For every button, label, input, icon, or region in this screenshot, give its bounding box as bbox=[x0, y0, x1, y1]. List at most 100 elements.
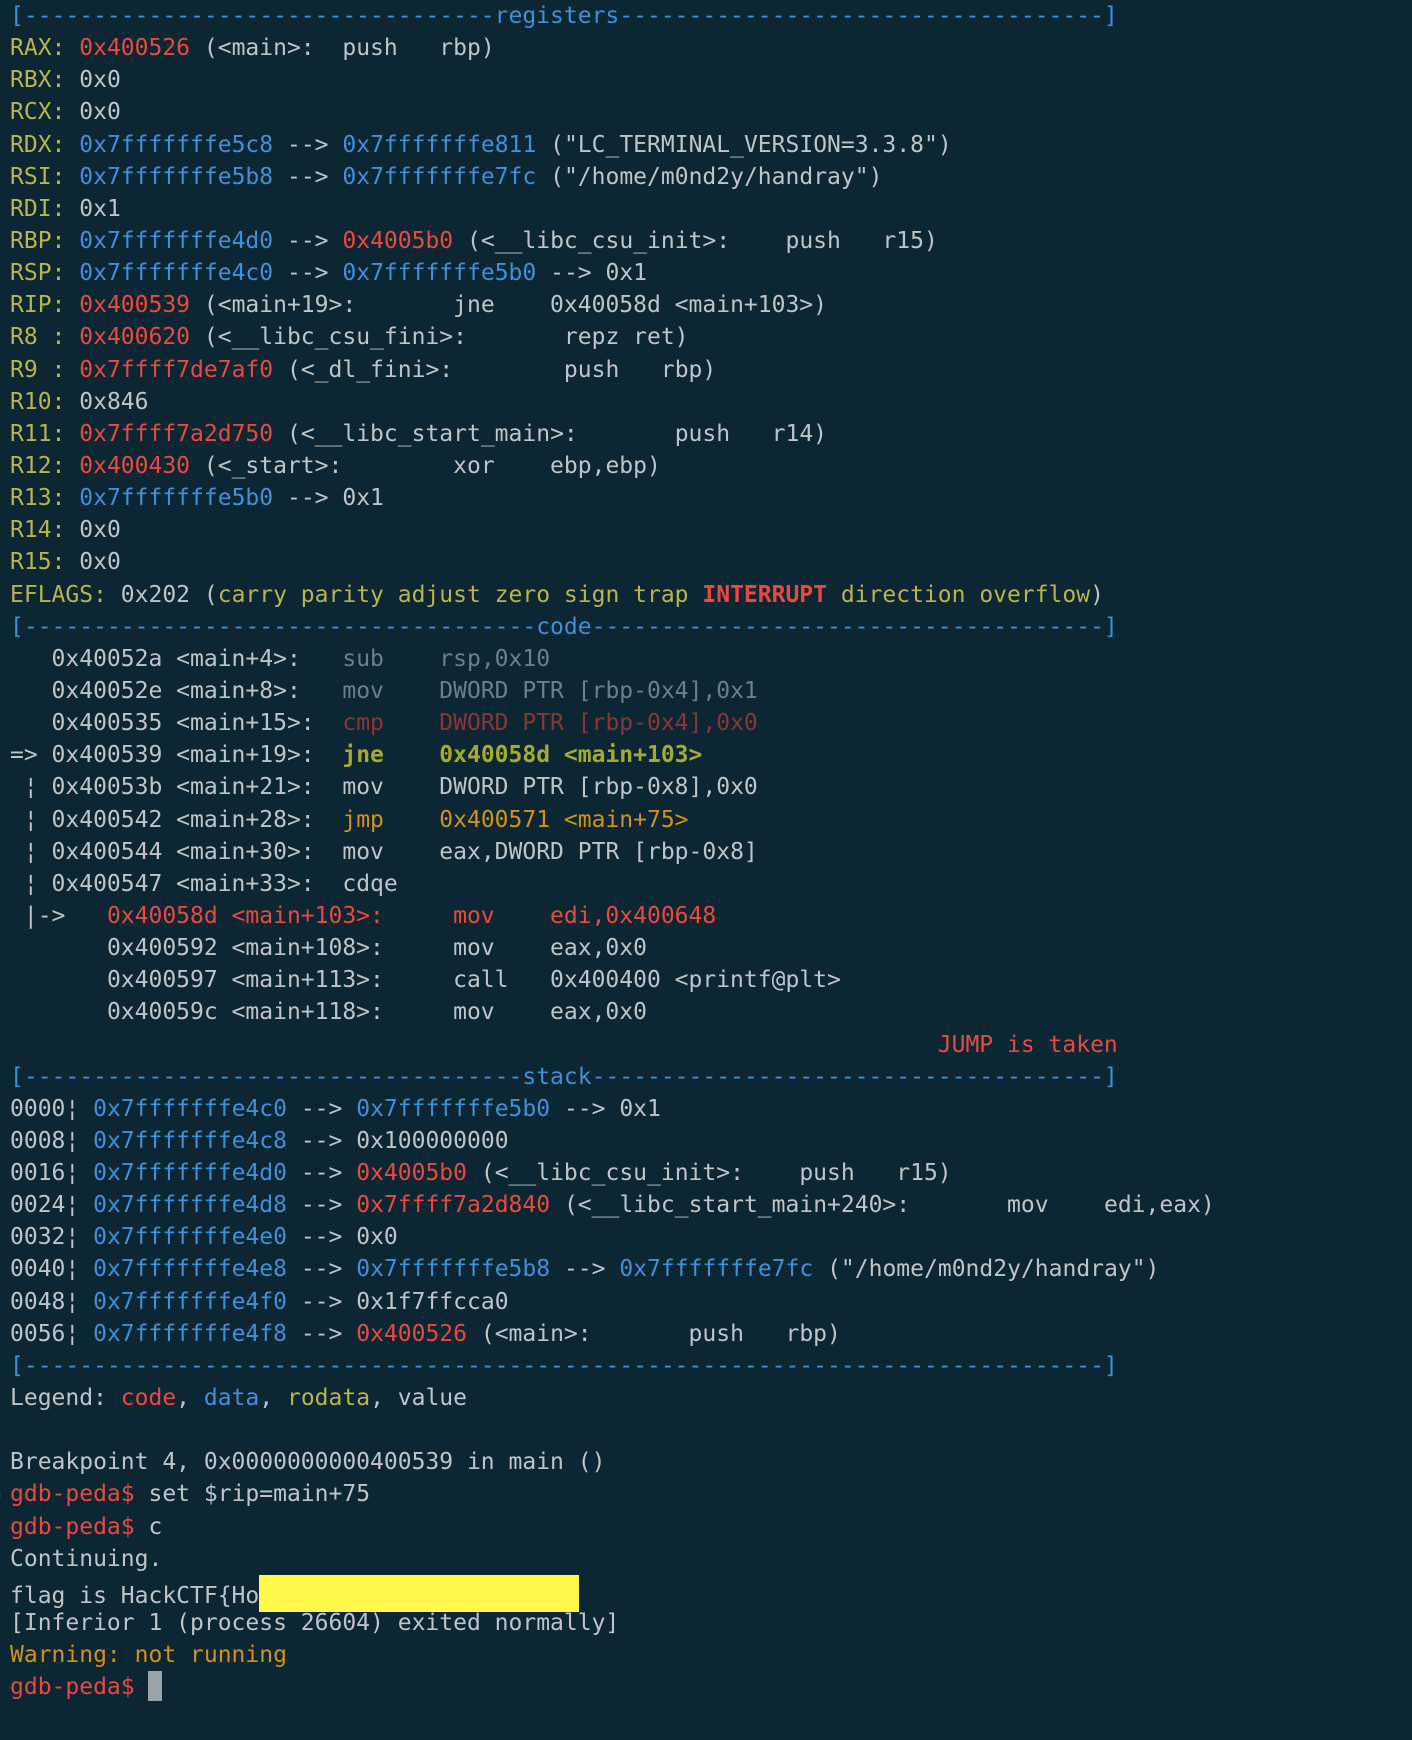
arrow: --> bbox=[273, 163, 343, 190]
command-line-active[interactable]: gdb-peda$ bbox=[10, 1671, 1412, 1703]
stack-deref-addr: 0x7fffffffe5b8 bbox=[356, 1256, 551, 1283]
gdb-prompt: gdb-peda$ bbox=[10, 1481, 149, 1508]
register-r12: R12: 0x400430 (<_start>: xor ebp,ebp) bbox=[10, 450, 1412, 482]
stack-offset: 0032¦ bbox=[10, 1224, 94, 1251]
legend-data: data bbox=[203, 1385, 260, 1412]
continuing-message: Continuing. bbox=[10, 1545, 163, 1572]
code-address: => 0x400539 <main+19>: bbox=[10, 742, 343, 769]
arrow: --> bbox=[286, 1256, 357, 1283]
code-line: ¦ 0x400544 <main+30>: mov eax,DWORD PTR … bbox=[10, 836, 1412, 868]
arrow: --> bbox=[286, 1127, 357, 1154]
code-line: 0x40052a <main+4>: sub rsp,0x10 bbox=[10, 643, 1412, 675]
warning-message: Warning: not running bbox=[10, 1642, 287, 1669]
arrow: --> bbox=[286, 1160, 357, 1187]
register-deref-addr: 0x4005b0 bbox=[342, 227, 454, 254]
register-label: RDX: bbox=[10, 131, 80, 158]
legend-sep: , bbox=[370, 1385, 398, 1412]
register-r10: R10: 0x846 bbox=[10, 386, 1412, 418]
legend: Legend: code, data, rodata, value bbox=[10, 1382, 1412, 1414]
stack-offset: 0056¦ bbox=[10, 1320, 94, 1347]
code-line: ¦ 0x400542 <main+28>: jmp 0x400571 <main… bbox=[10, 804, 1412, 836]
stack-deref: 0x100000000 bbox=[356, 1127, 509, 1154]
legend-sep: , bbox=[176, 1385, 204, 1412]
code-line: ¦ 0x400547 <main+33>: cdqe bbox=[10, 868, 1412, 900]
register-value: 0x400526 bbox=[79, 35, 191, 62]
stack-deref-addr: 0x7fffffffe7fc bbox=[619, 1256, 814, 1283]
stack-address: 0x7fffffffe4c0 bbox=[93, 1095, 287, 1122]
register-label: R8 : bbox=[10, 324, 80, 351]
stack-deref: (<__libc_start_main+240>: mov edi,eax) bbox=[550, 1192, 1215, 1219]
code-mnemonic: mov bbox=[342, 838, 440, 865]
register-deref: (<__libc_start_main>: push r14) bbox=[273, 420, 828, 447]
code-operands: DWORD PTR [rbp-0x8],0x0 bbox=[439, 774, 758, 801]
arrow: --> bbox=[286, 1192, 357, 1219]
jump-status-line: JUMP is taken bbox=[10, 1029, 1412, 1061]
arrow: --> bbox=[273, 131, 343, 158]
stack-address: 0x7fffffffe4e8 bbox=[93, 1256, 287, 1283]
stack-deref: 0x1f7ffcca0 bbox=[356, 1288, 509, 1315]
breakpoint-message: Breakpoint 4, 0x0000000000400539 in main… bbox=[10, 1449, 606, 1476]
gdb-prompt: gdb-peda$ bbox=[10, 1513, 149, 1540]
legend-value: value bbox=[397, 1385, 468, 1412]
arrow: --> bbox=[273, 260, 343, 287]
register-deref: (<_start>: xor ebp,ebp) bbox=[190, 452, 661, 479]
code-operands: DWORD PTR [rbp-0x4],0x1 bbox=[439, 677, 758, 704]
stack-entry: 0016¦ 0x7fffffffe4d0 --> 0x4005b0 (<__li… bbox=[10, 1157, 1412, 1189]
stack-entry: 0056¦ 0x7fffffffe4f8 --> 0x400526 (<main… bbox=[10, 1318, 1412, 1350]
register-rsi: RSI: 0x7fffffffe5b8 --> 0x7fffffffe7fc (… bbox=[10, 161, 1412, 193]
code-instruction: 0x40058d <main+103>: mov edi,0x400648 bbox=[106, 902, 717, 929]
code-address: ¦ 0x400547 <main+33>: bbox=[10, 870, 343, 897]
arrow: --> bbox=[286, 1288, 357, 1315]
code-address: ¦ 0x40053b <main+21>: bbox=[10, 774, 343, 801]
register-label: RIP: bbox=[10, 292, 80, 319]
register-value: 0x7fffffffe4c0 bbox=[79, 260, 274, 287]
stack-offset: 0024¦ bbox=[10, 1192, 94, 1219]
register-value: 0x400430 bbox=[79, 452, 191, 479]
register-deref: (<__libc_csu_init>: push r15) bbox=[453, 227, 938, 254]
register-value: 0x0 bbox=[79, 99, 121, 126]
code-instruction: 0x40059c <main+118>: mov eax,0x0 bbox=[106, 999, 647, 1026]
stack-address: 0x7fffffffe4f0 bbox=[93, 1288, 287, 1315]
register-r11: R11: 0x7ffff7a2d750 (<__libc_start_main>… bbox=[10, 418, 1412, 450]
code-instruction: 0x400597 <main+113>: call 0x400400 <prin… bbox=[106, 967, 841, 994]
stack-entry: 0048¦ 0x7fffffffe4f0 --> 0x1f7ffcca0 bbox=[10, 1286, 1412, 1318]
command-line: gdb-peda$ c bbox=[10, 1511, 1412, 1543]
register-value: 0x0 bbox=[79, 549, 121, 576]
register-value: 0x400620 bbox=[79, 324, 191, 351]
code-mnemonic: mov bbox=[342, 774, 440, 801]
code-line: 0x40059c <main+118>: mov eax,0x0 bbox=[10, 996, 1412, 1028]
eflags-value: 0x202 ( bbox=[120, 581, 218, 608]
register-value: 0x0 bbox=[79, 517, 121, 544]
inferior-exit-message: [Inferior 1 (process 26604) exited norma… bbox=[10, 1610, 620, 1637]
stack-offset: 0016¦ bbox=[10, 1160, 94, 1187]
stack-deref: (<__libc_csu_init>: push r15) bbox=[467, 1160, 952, 1187]
code-operands: DWORD PTR [rbp-0x4],0x0 bbox=[439, 710, 758, 737]
code-mnemonic: cdqe bbox=[342, 870, 398, 897]
eflags-flags-off: carry parity adjust zero sign trap bbox=[217, 581, 703, 608]
code-operands: eax,DWORD PTR [rbp-0x8] bbox=[439, 838, 758, 865]
eflags-flag-set: INTERRUPT bbox=[702, 581, 827, 608]
register-deref-addr: 0x7fffffffe811 bbox=[342, 131, 537, 158]
register-label: R9 : bbox=[10, 356, 80, 383]
code-address: 0x40052e <main+8>: bbox=[10, 677, 343, 704]
stack-offset: 0008¦ bbox=[10, 1127, 94, 1154]
jump-status: JUMP is taken bbox=[937, 1031, 1118, 1058]
flag-output: flag is HackCTF{Ho bbox=[10, 1574, 1412, 1612]
stack-address: 0x7fffffffe4c8 bbox=[93, 1127, 287, 1154]
stack-offset: 0040¦ bbox=[10, 1256, 94, 1283]
code-address: 0x40052a <main+4>: bbox=[10, 645, 343, 672]
register-r15: R15: 0x0 bbox=[10, 546, 1412, 578]
register-label: RSP: bbox=[10, 260, 80, 287]
code-line: 0x40052e <main+8>: mov DWORD PTR [rbp-0x… bbox=[10, 675, 1412, 707]
command-line: gdb-peda$ set $rip=main+75 bbox=[10, 1478, 1412, 1510]
register-label: RSI: bbox=[10, 163, 80, 190]
stack-deref-addr: 0x4005b0 bbox=[356, 1160, 467, 1187]
terminal-window[interactable]: [----------------------------------regis… bbox=[0, 0, 1412, 1740]
register-label: R14: bbox=[10, 517, 80, 544]
stack-offset: 0000¦ bbox=[10, 1095, 94, 1122]
register-value: 0x7fffffffe5c8 bbox=[79, 131, 274, 158]
legend-rodata: rodata bbox=[286, 1385, 371, 1412]
register-deref-addr: 0x7fffffffe5b0 bbox=[342, 260, 537, 287]
